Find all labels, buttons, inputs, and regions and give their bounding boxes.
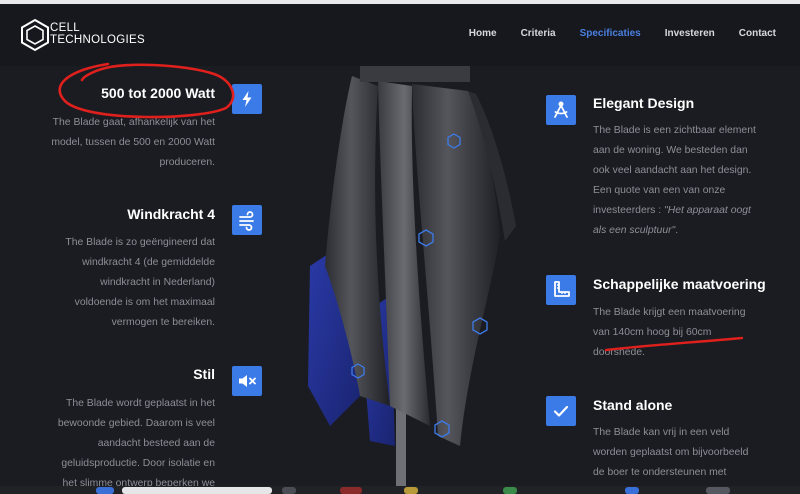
annotation-overlay — [58, 62, 744, 352]
taskbar-app-icon[interactable] — [340, 487, 362, 494]
circle-annotation — [58, 62, 235, 119]
taskbar-search-box[interactable] — [122, 487, 272, 494]
taskbar-app-icon[interactable] — [706, 487, 730, 494]
taskbar-app-icon[interactable] — [404, 487, 418, 494]
taskbar-app-icon[interactable] — [625, 487, 639, 494]
taskbar-app-icon[interactable] — [282, 487, 296, 494]
underline-annotation — [604, 336, 744, 352]
taskbar-app-icon[interactable] — [503, 487, 517, 494]
os-taskbar — [0, 486, 800, 494]
taskbar-app-icon[interactable] — [96, 487, 114, 494]
